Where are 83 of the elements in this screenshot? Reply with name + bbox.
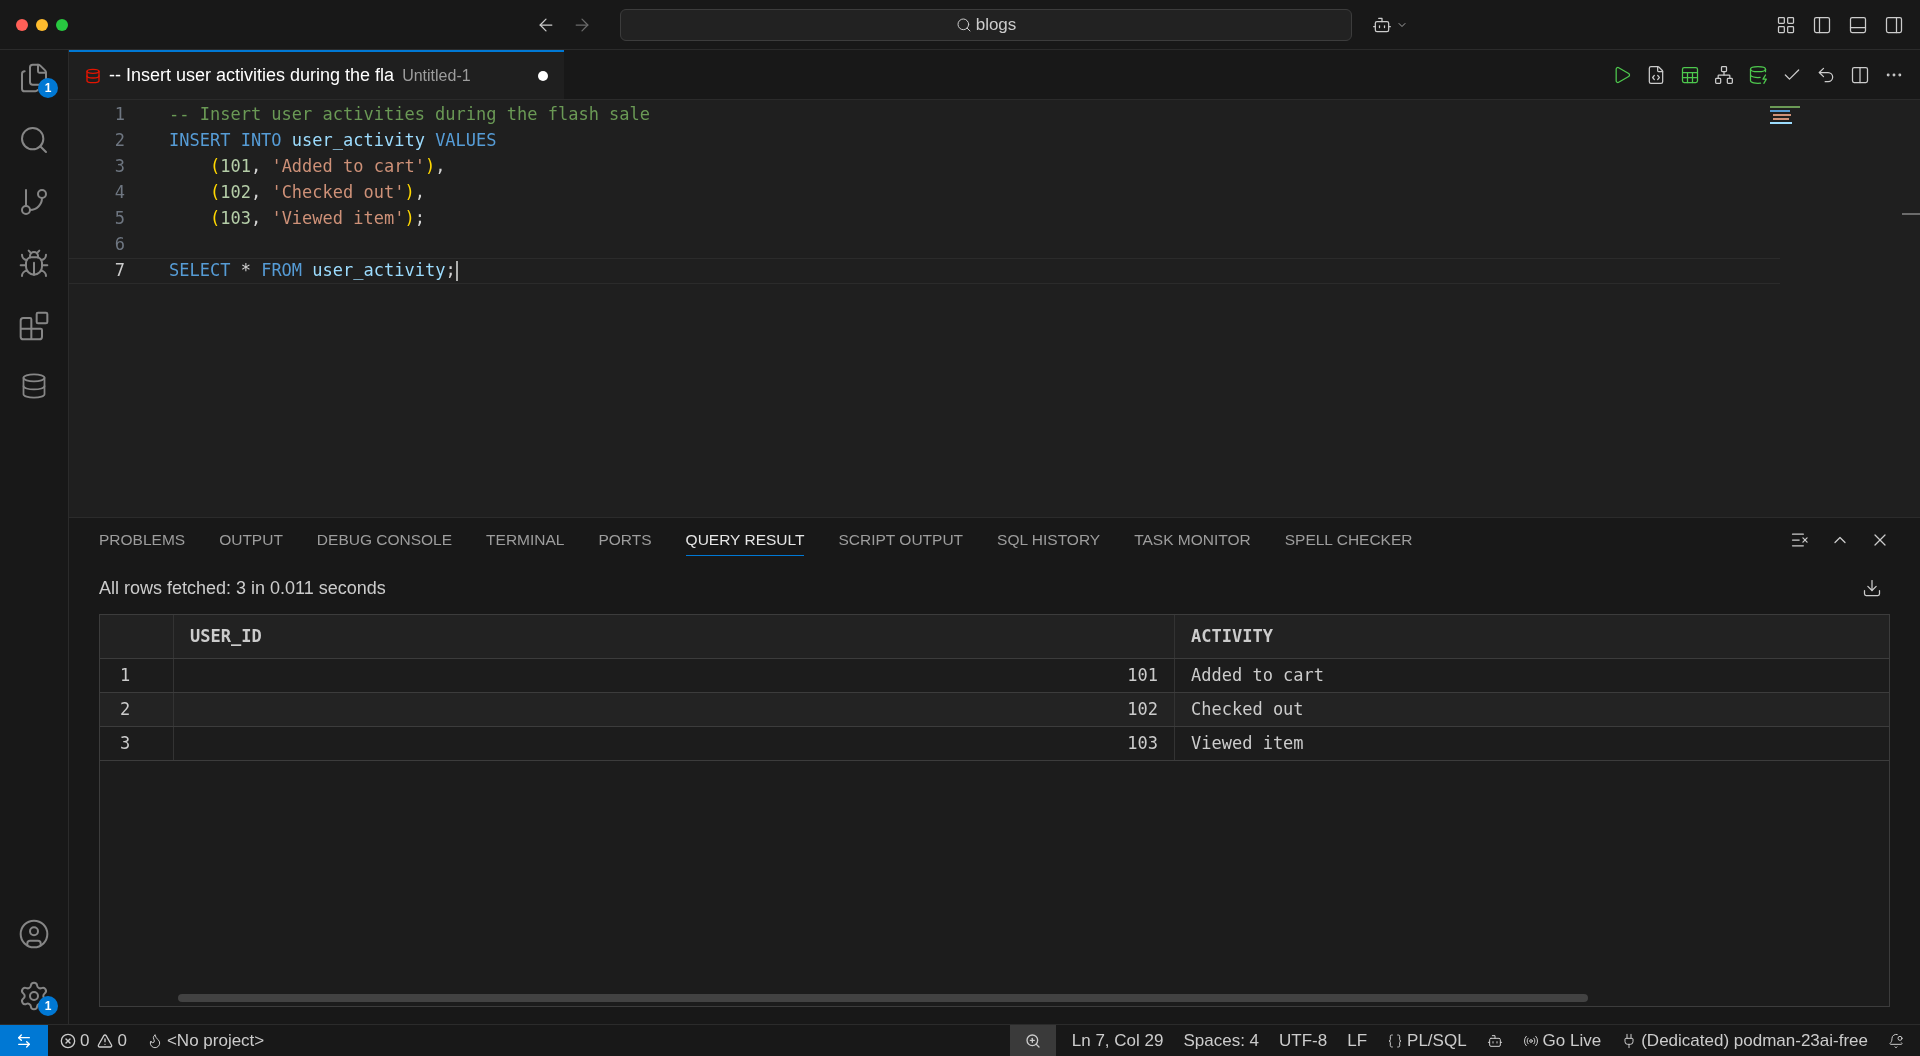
command-center-search[interactable]: blogs (620, 8, 1352, 41)
cursor-position[interactable]: Ln 7, Col 29 (1071, 1027, 1164, 1054)
table-cell-text: Added to cart (1190, 663, 1326, 687)
panel-tab[interactable]: SPELL CHECKER (1284, 524, 1413, 556)
table-cell: 102 (174, 693, 1175, 726)
indentation-status[interactable]: Spaces: 4 (1183, 1027, 1260, 1054)
table-cell-text: Checked out (1190, 697, 1305, 721)
line-number: 3 (113, 155, 126, 179)
extensions-icon[interactable] (18, 310, 50, 342)
warning-icon (97, 1032, 114, 1049)
line-number: 2 (113, 129, 126, 153)
code-line: (101, 'Added to cart'), (208, 155, 446, 179)
settings-icon[interactable] (18, 980, 50, 1012)
customize-layout-icon[interactable] (1776, 14, 1796, 35)
database-icon (85, 67, 101, 84)
row-number: 2 (100, 693, 174, 726)
table-cell-text: Viewed item (1190, 731, 1305, 755)
line-number: 1 (113, 103, 126, 127)
code-line: SELECT * FROM user_activity; (169, 259, 458, 284)
explain-plan-icon[interactable] (1680, 64, 1700, 85)
notifications-icon[interactable] (1888, 1032, 1904, 1049)
encoding-status[interactable]: UTF-8 (1279, 1027, 1328, 1054)
table-cell: 103 (174, 727, 1175, 760)
row-number: 3 (100, 727, 174, 760)
connection-status[interactable]: (Dedicated) podman-23ai-free (1641, 1027, 1868, 1054)
line-number: 7 (113, 259, 126, 283)
copilot-icon[interactable] (1486, 1032, 1503, 1049)
panel-tab[interactable]: OUTPUT (219, 524, 283, 556)
source-control-icon[interactable] (18, 186, 50, 218)
panel-tab[interactable]: TASK MONITOR (1134, 524, 1251, 556)
project-status[interactable]: <No project> (166, 1027, 265, 1054)
row-number: 1 (100, 659, 174, 692)
column-header[interactable]: USER_ID (174, 615, 1175, 658)
toggle-sidebar-icon[interactable] (1812, 14, 1832, 35)
zoom-icon (1024, 1032, 1041, 1049)
run-debug-icon[interactable] (18, 248, 50, 280)
go-live-button[interactable]: Go Live (1542, 1027, 1602, 1054)
panel-tab[interactable]: PROBLEMS (99, 524, 186, 556)
tab-title: -- Insert user activities during the fla (109, 64, 395, 87)
search-icon (955, 16, 972, 33)
language-mode[interactable]: PL/SQL (1407, 1027, 1467, 1054)
toggle-secondary-sidebar-icon[interactable] (1884, 14, 1904, 35)
notification-badge: 1 (38, 78, 58, 98)
explorer-icon[interactable] (18, 62, 50, 94)
column-header[interactable]: ACTIVITY (1175, 615, 1889, 658)
remote-icon (16, 1032, 32, 1049)
panel-tab[interactable]: QUERY RESULT (685, 524, 805, 556)
autotrace-icon[interactable] (1714, 64, 1734, 85)
panel-tab[interactable]: SCRIPT OUTPUT (838, 524, 964, 556)
line-ending-status[interactable]: LF (1347, 1027, 1368, 1054)
line-number: 4 (113, 181, 126, 205)
panel-tab[interactable]: SQL HISTORY (997, 524, 1101, 556)
search-icon[interactable] (18, 124, 50, 156)
code-line: (102, 'Checked out'), (208, 181, 425, 205)
problems-status[interactable]: 0 0 (60, 1027, 127, 1054)
code-line: -- Insert user activities during the flash sale (169, 103, 651, 127)
zoom-button[interactable] (1009, 1025, 1056, 1056)
run-script-icon[interactable] (1646, 64, 1666, 85)
account-icon[interactable] (18, 918, 50, 950)
database-icon[interactable] (20, 372, 48, 400)
error-icon (60, 1032, 76, 1049)
line-number: 5 (113, 207, 126, 231)
code-line: (103, 'Viewed item'); (208, 207, 425, 231)
braces-icon[interactable] (1387, 1032, 1404, 1049)
notification-badge: 1 (38, 996, 58, 1016)
code-line: INSERT INTO user_activity VALUES (169, 129, 497, 153)
tab-description: Untitled-1 (402, 65, 471, 86)
panel-tab[interactable]: TERMINAL (486, 524, 565, 556)
close-window-button[interactable] (16, 18, 28, 31)
minimize-window-button[interactable] (36, 18, 48, 31)
split-editor-icon[interactable] (1850, 64, 1870, 85)
table-cell: 101 (174, 659, 1175, 692)
result-summary: All rows fetched: 3 in 0.011 seconds (99, 576, 386, 600)
export-icon[interactable] (1862, 578, 1882, 598)
panel-tab[interactable]: PORTS (598, 524, 652, 556)
remote-button[interactable] (0, 1025, 48, 1056)
toggle-panel-icon[interactable] (1848, 14, 1868, 35)
maximize-window-button[interactable] (56, 18, 68, 31)
panel-tab[interactable]: DEBUG CONSOLE (316, 524, 453, 556)
commit-database-icon[interactable] (1748, 64, 1768, 85)
editor-tab[interactable]: -- Insert user activities during the fla Untitled-1 (69, 50, 564, 99)
horizontal-scrollbar[interactable] (178, 994, 1588, 1002)
line-number: 6 (113, 233, 126, 257)
